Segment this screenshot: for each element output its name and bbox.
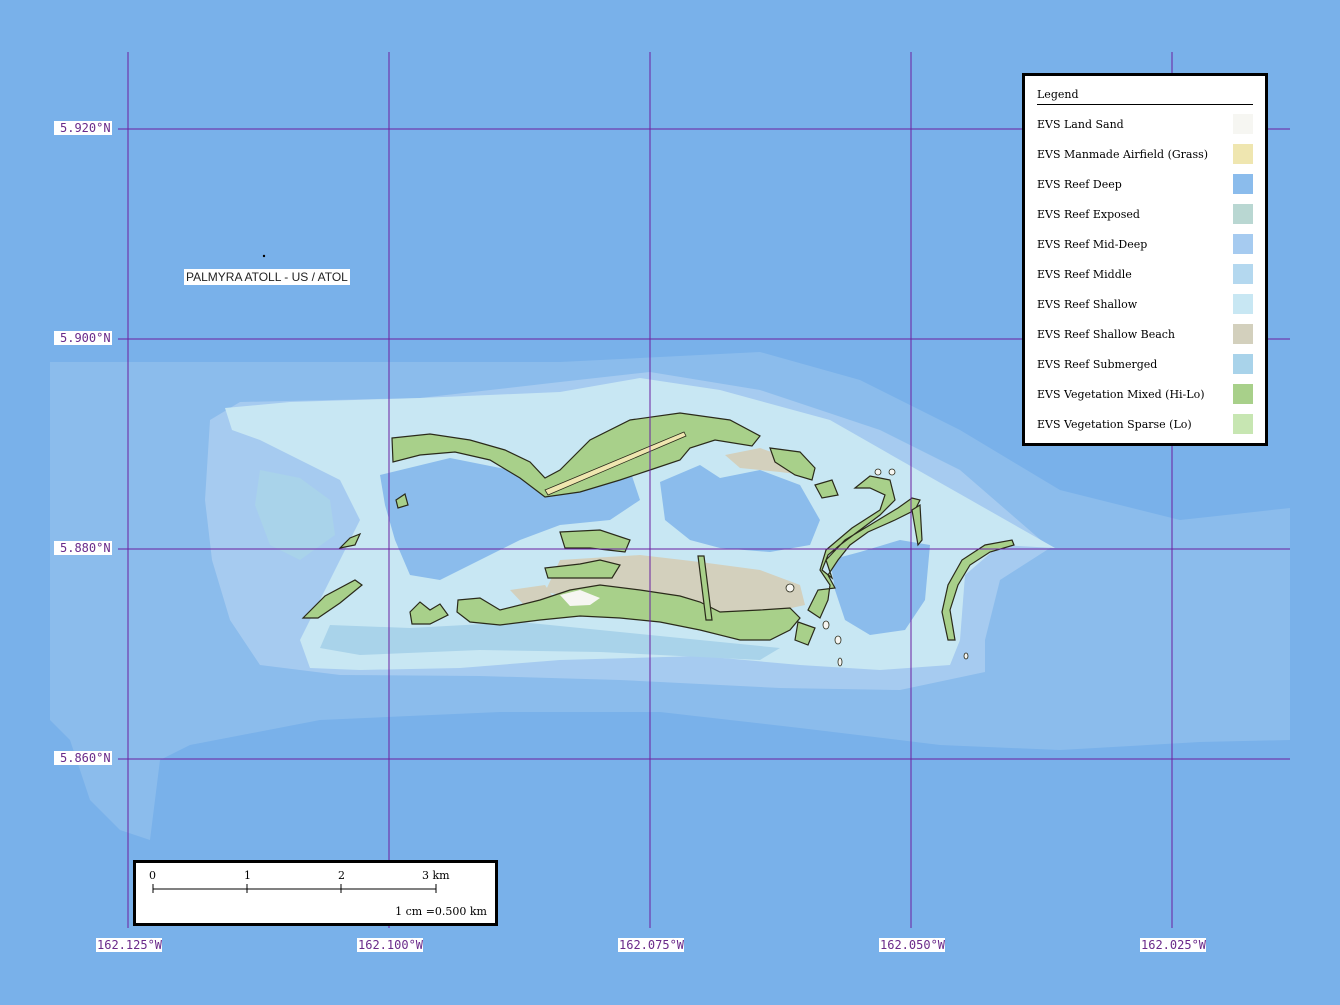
- legend-item-label: EVS Vegetation Sparse (Lo): [1037, 418, 1192, 431]
- lon-label: 162.075°W: [619, 938, 685, 952]
- legend-swatch: [1233, 414, 1253, 434]
- legend-item: EVS Reef Mid-Deep: [1037, 234, 1253, 254]
- legend-title: Legend: [1037, 88, 1253, 105]
- scale-ratio: 1 cm =0.500 km: [395, 905, 487, 918]
- legend-item: EVS Vegetation Sparse (Lo): [1037, 414, 1253, 434]
- legend-item: EVS Land Sand: [1037, 114, 1253, 134]
- scale-tick-label: 1: [244, 869, 251, 882]
- legend-swatch: [1233, 384, 1253, 404]
- lon-label: 162.125°W: [97, 938, 163, 952]
- legend-item-label: EVS Reef Deep: [1037, 178, 1122, 191]
- legend-swatch: [1233, 174, 1253, 194]
- legend-item-label: EVS Land Sand: [1037, 118, 1124, 131]
- legend-item: EVS Reef Shallow Beach: [1037, 324, 1253, 344]
- legend-swatch: [1233, 324, 1253, 344]
- legend-item-label: EVS Manmade Airfield (Grass): [1037, 148, 1209, 161]
- legend-item-label: EVS Reef Exposed: [1037, 208, 1140, 221]
- legend-item: EVS Reef Shallow: [1037, 294, 1253, 314]
- legend-swatch: [1233, 204, 1253, 224]
- lat-label: 5.900°N: [60, 331, 111, 345]
- lat-label: 5.920°N: [60, 121, 111, 135]
- place-label[interactable]: PALMYRA ATOLL - US / ATOL: [184, 269, 350, 285]
- legend-item: EVS Manmade Airfield (Grass): [1037, 144, 1253, 164]
- legend-item: EVS Vegetation Mixed (Hi-Lo): [1037, 384, 1253, 404]
- legend-swatch: [1233, 264, 1253, 284]
- lat-label: 5.860°N: [60, 751, 111, 765]
- legend-item-label: EVS Reef Shallow: [1037, 298, 1138, 311]
- legend-item-label: EVS Reef Shallow Beach: [1037, 328, 1176, 341]
- legend-swatch: [1233, 144, 1253, 164]
- legend-swatch: [1233, 114, 1253, 134]
- scale-tick-label: 2: [338, 869, 345, 882]
- legend-item-label: EVS Reef Middle: [1037, 268, 1132, 281]
- legend-swatch: [1233, 294, 1253, 314]
- legend-item: EVS Reef Middle: [1037, 264, 1253, 284]
- legend-item-label: EVS Reef Submerged: [1037, 358, 1158, 371]
- legend-item: EVS Reef Deep: [1037, 174, 1253, 194]
- legend-item-label: EVS Vegetation Mixed (Hi-Lo): [1037, 388, 1205, 401]
- legend-swatch: [1233, 354, 1253, 374]
- legend-item: EVS Reef Exposed: [1037, 204, 1253, 224]
- legend-item-label: EVS Reef Mid-Deep: [1037, 238, 1148, 251]
- lon-label: 162.100°W: [358, 938, 424, 952]
- scale-tick-label: 0: [149, 869, 156, 882]
- atoll-point-marker: [262, 254, 266, 258]
- legend-swatch: [1233, 234, 1253, 254]
- legend-panel: Legend EVS Land Sand EVS Manmade Airfield…: [1022, 73, 1268, 446]
- scale-bar: 0 1 2 3 km 1 cm =0.500 km: [133, 860, 498, 926]
- lon-label: 162.050°W: [880, 938, 946, 952]
- scale-tick-label: 3 km: [422, 869, 450, 882]
- lon-label: 162.025°W: [1141, 938, 1207, 952]
- lat-label: 5.880°N: [60, 541, 111, 555]
- legend-item: EVS Reef Submerged: [1037, 354, 1253, 374]
